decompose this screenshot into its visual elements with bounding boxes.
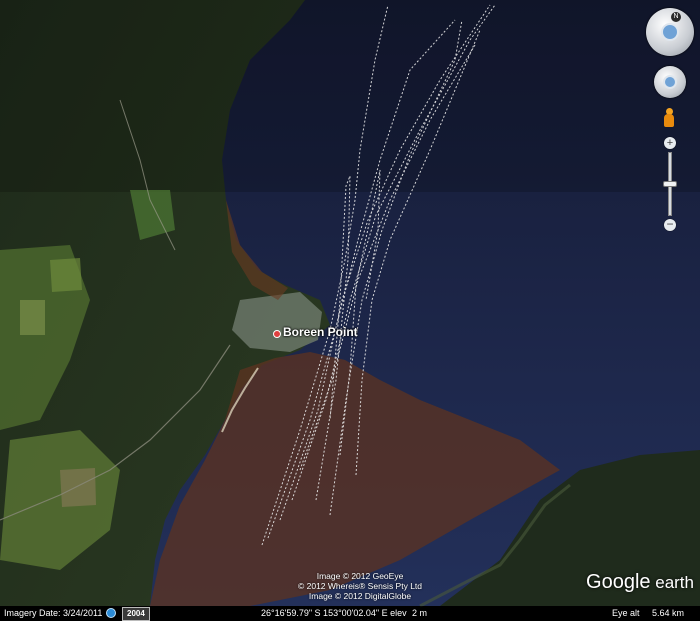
- coordinates-readout: 26°16'59.79" S 153°00'02.04" E elev: [261, 608, 407, 618]
- zoom-out-button[interactable]: −: [664, 218, 676, 231]
- status-bar: Imagery Date: 3/24/2011 2004 26°16'59.79…: [0, 606, 700, 621]
- move-control[interactable]: [654, 66, 686, 98]
- credit-line: Image © 2012 GeoEye: [316, 571, 404, 581]
- compass-ring[interactable]: N: [646, 8, 694, 56]
- earth-viewport[interactable]: Boreen Point N + − Image © 2012 GeoEye ©…: [0, 0, 700, 621]
- imagery-date: Imagery Date: 3/24/2011: [4, 608, 103, 618]
- street-view-pegman-icon[interactable]: [663, 108, 675, 128]
- logo-earth-text: earth: [650, 573, 694, 592]
- credit-line: © 2012 Whereis® Sensis Pty Ltd: [297, 581, 423, 591]
- eye-alt-value: 5.64 km: [652, 608, 685, 618]
- satellite-imagery[interactable]: [0, 0, 700, 621]
- place-marker-icon[interactable]: [273, 330, 281, 338]
- imagery-credits: Image © 2012 GeoEye © 2012 Whereis® Sens…: [260, 571, 460, 601]
- north-indicator-icon[interactable]: N: [671, 12, 681, 22]
- place-label[interactable]: Boreen Point: [283, 325, 358, 339]
- credit-line: Image © 2012 DigitalGlobe: [308, 591, 412, 601]
- historical-year-button[interactable]: 2004: [122, 607, 150, 621]
- google-earth-logo: Google earth: [586, 571, 694, 594]
- navigation-controls: N + −: [640, 0, 700, 245]
- zoom-in-button[interactable]: +: [664, 137, 676, 149]
- look-joystick-icon[interactable]: [661, 23, 679, 41]
- move-joystick-icon[interactable]: [663, 75, 677, 89]
- pegman-body: [664, 114, 674, 127]
- zoom-slider-thumb[interactable]: [663, 181, 677, 187]
- elevation-value: 2 m: [412, 608, 428, 618]
- eye-alt-label: Eye alt: [612, 608, 640, 618]
- logo-google-text: Google: [586, 571, 651, 593]
- historical-imagery-icon[interactable]: [106, 608, 116, 618]
